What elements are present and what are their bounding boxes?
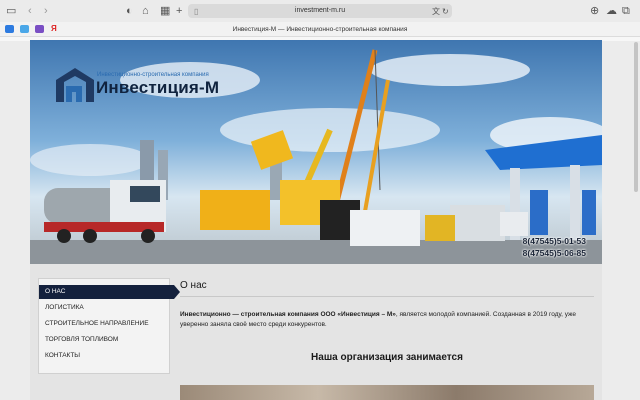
- logo-name[interactable]: Инвестиция-М: [96, 78, 219, 98]
- reload-icon[interactable]: ↻: [442, 5, 449, 19]
- new-tab-icon[interactable]: +: [176, 4, 182, 18]
- tab-title[interactable]: Инвестиция-М — Инвестиционно-строительна…: [0, 24, 640, 36]
- section-heading: Наша организация занимается: [311, 352, 463, 363]
- web-page: Инвестиционно-строительная компания Инве…: [30, 40, 602, 400]
- download-icon[interactable]: ⊕: [590, 4, 599, 18]
- back-icon[interactable]: ‹: [28, 4, 32, 18]
- browser-toolbar: ▭ ‹ › ◐ ⌂ ▦ + ▯ investment-m.ru 文 ↻ ⊕ ☁ …: [0, 0, 640, 23]
- title-divider: [180, 296, 594, 297]
- nav-item-contacts[interactable]: КОНТАКТЫ: [39, 349, 169, 363]
- address-bar[interactable]: ▯ investment-m.ru 文 ↻: [188, 4, 452, 18]
- nav-item-construction[interactable]: СТРОИТЕЛЬНОЕ НАПРАВЛЕНИЕ: [39, 317, 169, 331]
- nav-item-logistics[interactable]: ЛОГИСТИКА: [39, 301, 169, 315]
- nav-item-fuel-trade[interactable]: ТОРГОВЛЯ ТОПЛИВОМ: [39, 333, 169, 347]
- page-title: О нас: [180, 280, 207, 291]
- scrollbar[interactable]: [634, 42, 638, 192]
- intro-paragraph: Инвестиционно — строительная компания ОО…: [180, 310, 596, 330]
- logo-icon[interactable]: [56, 68, 94, 102]
- phone-2[interactable]: 8(47545)5-06-85: [523, 248, 586, 258]
- nav-item-label: ТОРГОВЛЯ ТОПЛИВОМ: [45, 336, 119, 343]
- sidebar-toggle-icon[interactable]: ▭: [6, 4, 16, 18]
- translate-icon[interactable]: 文: [432, 5, 440, 19]
- forward-icon[interactable]: ›: [44, 4, 48, 18]
- nav-item-label: КОНТАКТЫ: [45, 352, 81, 359]
- cloud-icon[interactable]: ☁: [606, 4, 617, 18]
- shield-icon[interactable]: ◐: [126, 4, 133, 18]
- header-banner: Инвестиционно-строительная компания Инве…: [30, 40, 602, 264]
- url-text: investment-m.ru: [294, 7, 346, 14]
- company-name: Инвестиционно — строительная компания ОО…: [180, 311, 396, 318]
- nav-item-label: ЛОГИСТИКА: [45, 304, 84, 311]
- nav-item-about[interactable]: О НАС: [39, 285, 180, 299]
- tabs-icon[interactable]: ⧉: [622, 4, 630, 18]
- grid-icon[interactable]: ▦: [160, 4, 170, 18]
- content-image: [180, 385, 594, 400]
- nav-item-label: СТРОИТЕЛЬНОЕ НАПРАВЛЕНИЕ: [45, 320, 149, 327]
- sidebar-nav: О НАС ЛОГИСТИКА СТРОИТЕЛЬНОЕ НАПРАВЛЕНИЕ…: [38, 278, 180, 374]
- nav-item-label: О НАС: [45, 288, 66, 295]
- home-icon[interactable]: ⌂: [142, 4, 149, 18]
- phone-1[interactable]: 8(47545)5-01-53: [523, 236, 586, 246]
